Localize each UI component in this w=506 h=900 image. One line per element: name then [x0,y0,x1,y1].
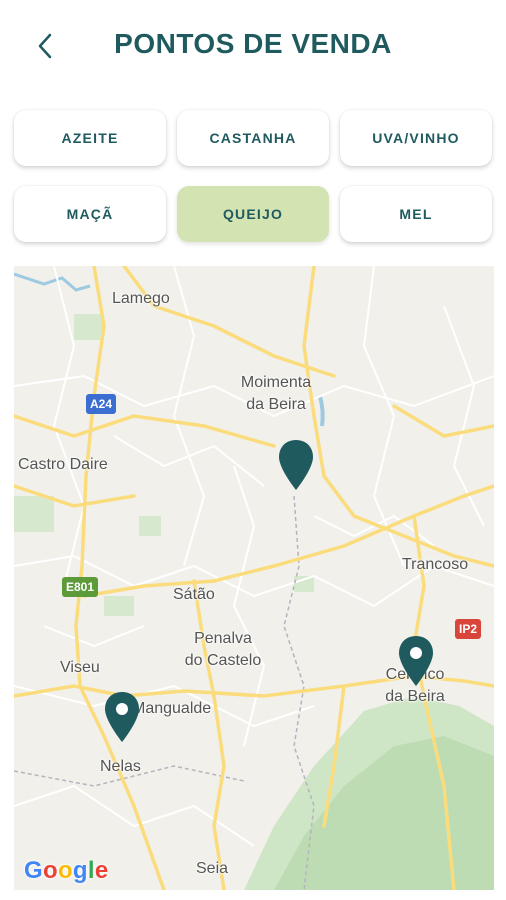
green-patch [139,516,161,536]
place-label-nelas: Nelas [100,758,141,775]
google-logo: Google [24,857,109,884]
map-pin-icon[interactable] [103,690,141,744]
map-pin-icon[interactable] [277,438,315,492]
road-shield-e801: E801 [62,577,99,597]
place-label-seia: Seia [196,860,229,877]
category-chip-maca[interactable]: MAÇÃ [14,186,166,242]
place-label-penalva-do-castelo: Penalva do Castelo [184,630,262,669]
road-shield-a24: A24 [86,394,117,414]
green-patch [74,314,104,340]
place-label-castro-daire: Castro Daire [18,456,108,473]
category-chip-azeite[interactable]: AZEITE [14,110,166,166]
page-title: PONTOS DE VENDA [114,28,392,59]
green-patch [14,496,54,532]
category-chip-mel[interactable]: MEL [340,186,492,242]
green-patch [104,596,134,616]
place-label-mangualde: Mangualde [132,700,212,717]
place-label-lamego: Lamego [112,290,170,307]
road-shield-ip2: IP2 [455,619,482,639]
app-header: PONTOS DE VENDA [0,0,506,92]
place-label-viseu: Viseu [60,659,100,676]
place-label-moimenta-da-beira: Moimenta da Beira [240,374,312,413]
category-chip-queijo[interactable]: QUEIJO [177,186,329,242]
map-pin-icon[interactable] [397,634,435,688]
place-label-satao: Sátão [173,586,215,603]
category-chip-uva-vinho[interactable]: UVA/VINHO [340,110,492,166]
category-chip-castanha[interactable]: CASTANHA [177,110,329,166]
place-label-trancoso: Trancoso [402,556,469,573]
map-view[interactable]: Lamego Moimenta da Beira Castro Daire Tr… [14,266,494,890]
